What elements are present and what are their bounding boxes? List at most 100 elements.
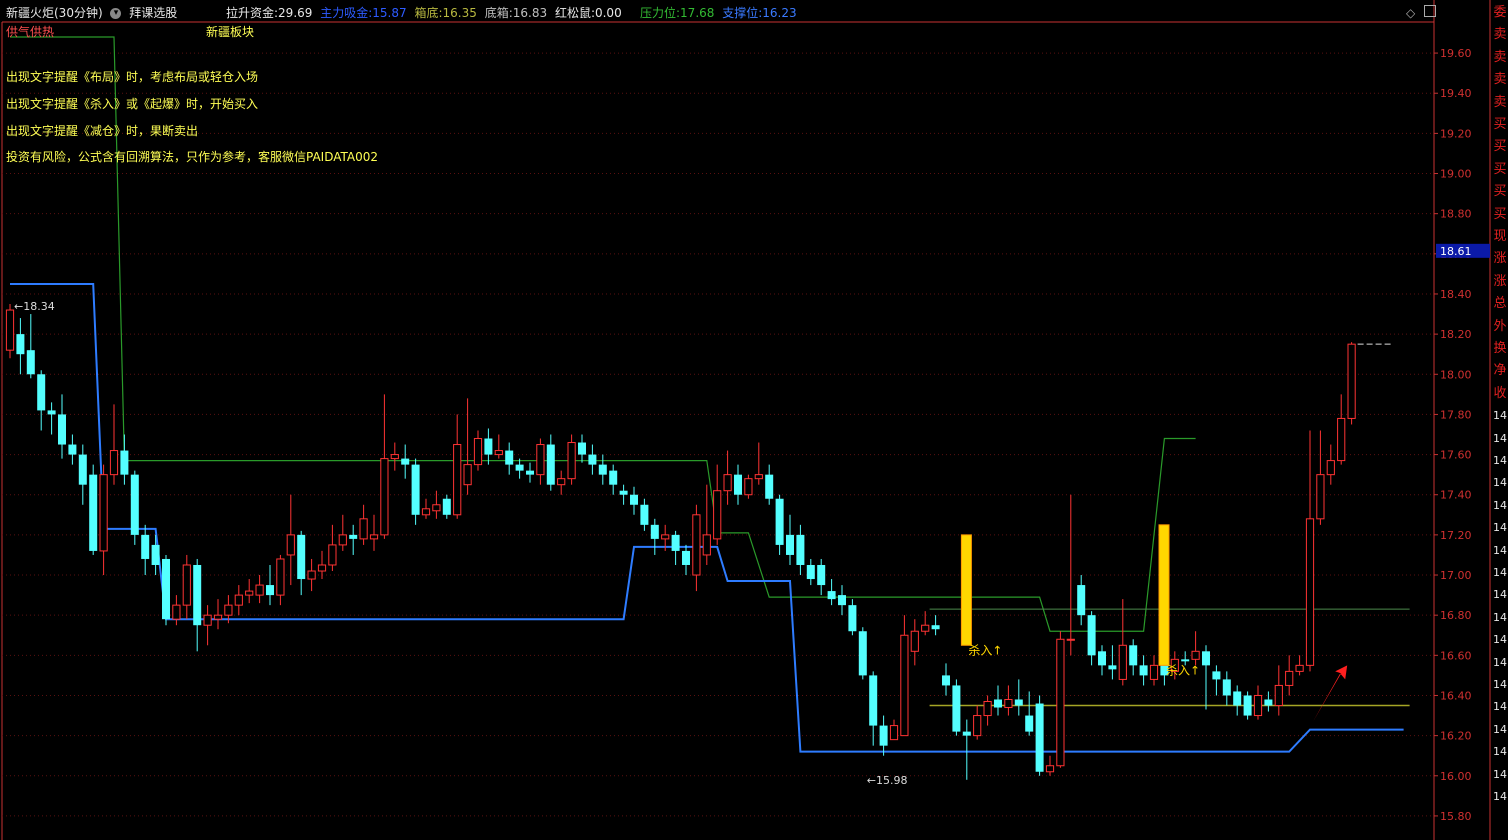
candle-body bbox=[58, 414, 66, 445]
quote-panel-cell: 14 bbox=[1493, 655, 1507, 669]
quote-panel-cell: 14 bbox=[1493, 543, 1507, 557]
candle-body bbox=[515, 464, 524, 471]
candle-body bbox=[1045, 765, 1055, 773]
candle[interactable] bbox=[1243, 691, 1252, 720]
diamond-icon[interactable]: ◇ bbox=[1406, 6, 1415, 20]
candle-body bbox=[1212, 671, 1221, 680]
candle[interactable] bbox=[1347, 342, 1356, 425]
quote-panel-cell: 14 bbox=[1493, 722, 1507, 736]
candle[interactable] bbox=[5, 304, 15, 359]
quote-panel-cell: 涨 bbox=[1493, 251, 1507, 267]
candle-body bbox=[1253, 694, 1263, 717]
candle-body bbox=[5, 309, 15, 351]
candle-body bbox=[973, 715, 982, 737]
candle-body bbox=[411, 464, 420, 515]
candle-body bbox=[609, 470, 618, 485]
candle-body bbox=[349, 534, 358, 539]
candle-body bbox=[130, 474, 139, 535]
candle-body bbox=[16, 334, 25, 355]
quote-panel-cell: 14 bbox=[1493, 454, 1507, 467]
signal-label: 杀入↑ bbox=[968, 642, 1002, 657]
candle-body bbox=[203, 614, 212, 626]
stock-title[interactable]: 新疆火炬(30分钟) bbox=[6, 6, 103, 20]
tick-label: 16.00 bbox=[1440, 770, 1472, 783]
candle-body bbox=[1316, 474, 1325, 520]
quote-panel-cell: 买 bbox=[1493, 161, 1507, 177]
candle-body bbox=[255, 584, 264, 596]
dx-value: 16.83 bbox=[512, 6, 548, 20]
candle-body bbox=[630, 494, 638, 505]
candle-body bbox=[297, 534, 306, 580]
candle-body bbox=[578, 442, 586, 455]
candle-body bbox=[505, 450, 514, 465]
candle-body bbox=[1066, 638, 1075, 641]
tick-label: 18.40 bbox=[1440, 288, 1472, 301]
candle-body bbox=[37, 374, 46, 411]
candle-body bbox=[765, 474, 774, 499]
tick-label: 15.80 bbox=[1440, 810, 1472, 823]
quote-panel-cell: 14 bbox=[1493, 588, 1507, 602]
quote-panel-cell: 14 bbox=[1493, 633, 1507, 647]
candle[interactable] bbox=[162, 554, 170, 626]
quote-panel-cell: 买 bbox=[1493, 139, 1507, 155]
candle-body bbox=[463, 464, 472, 486]
candle-body bbox=[723, 474, 732, 492]
candle-body bbox=[1014, 699, 1023, 706]
candle-body bbox=[390, 454, 399, 460]
indicator-values: 拉升资金:29.69 主力吸金:15.87 箱底:16.35 底箱:16.83 … bbox=[226, 5, 626, 21]
lsjj-label: 拉升资金: bbox=[226, 6, 279, 20]
candle-body bbox=[1264, 699, 1273, 706]
tick-label: 16.20 bbox=[1440, 730, 1472, 743]
window-icon[interactable] bbox=[1424, 5, 1436, 17]
candle-body bbox=[1285, 670, 1294, 686]
candle-body bbox=[1129, 645, 1138, 666]
candle-body bbox=[172, 604, 181, 620]
candle-body bbox=[266, 585, 274, 596]
candle-body bbox=[1004, 698, 1013, 709]
quote-panel-cell: 外 bbox=[1493, 318, 1507, 334]
candle[interactable] bbox=[1056, 631, 1065, 768]
candle-body bbox=[162, 558, 170, 620]
menu-icon[interactable]: ▾ bbox=[110, 8, 122, 19]
candle-body bbox=[1243, 695, 1252, 716]
candle-body bbox=[234, 594, 243, 606]
candle-body bbox=[900, 634, 909, 737]
candle-body bbox=[99, 474, 108, 552]
quote-panel-cell: 14 bbox=[1493, 498, 1507, 512]
candle[interactable] bbox=[130, 470, 139, 545]
quote-panel-cell: 14 bbox=[1493, 610, 1507, 624]
sector-label-xinjiang[interactable]: 新疆板块 bbox=[206, 24, 254, 40]
hsm-label: 红松鼠: bbox=[554, 6, 595, 20]
candle-body bbox=[754, 474, 763, 480]
candle-body bbox=[78, 454, 87, 485]
candle-body bbox=[962, 731, 971, 736]
sector-label-gongqi[interactable]: 供气供热 bbox=[6, 24, 54, 40]
quote-panel-cell: 现 bbox=[1493, 229, 1507, 244]
candle-body bbox=[817, 564, 826, 586]
candle-body bbox=[317, 564, 327, 572]
candle[interactable] bbox=[1035, 695, 1044, 776]
candle[interactable] bbox=[952, 679, 961, 736]
candle-body bbox=[359, 518, 368, 540]
candle-body bbox=[193, 564, 202, 626]
candle[interactable] bbox=[89, 464, 98, 555]
candle-body bbox=[432, 504, 441, 512]
candle-body bbox=[442, 498, 451, 515]
zlxj-label: 主力吸金: bbox=[320, 6, 373, 20]
quote-panel-cell: 买 bbox=[1493, 206, 1507, 222]
candle-body bbox=[713, 490, 722, 540]
menu-label[interactable]: 拜课选股 bbox=[129, 6, 177, 20]
candle-body bbox=[952, 685, 961, 732]
candle-body bbox=[286, 534, 295, 556]
candle[interactable] bbox=[858, 627, 867, 680]
candlestick-chart[interactable]: 杀入↑ 杀入↑ ←18.34 ←15.98 15.80 16.00 16.20 16.40 1… bbox=[0, 0, 1508, 840]
tick-label: 18.80 bbox=[1440, 208, 1472, 221]
candle-body bbox=[151, 544, 160, 565]
signal-bar bbox=[960, 534, 972, 646]
candle-body bbox=[546, 444, 555, 485]
candle-body bbox=[1035, 703, 1044, 772]
candle[interactable] bbox=[744, 474, 753, 499]
candle-body bbox=[494, 450, 503, 456]
candle-body bbox=[910, 630, 919, 652]
note-3: 出现文字提醒《减仓》时，果断卖出 bbox=[6, 124, 199, 138]
